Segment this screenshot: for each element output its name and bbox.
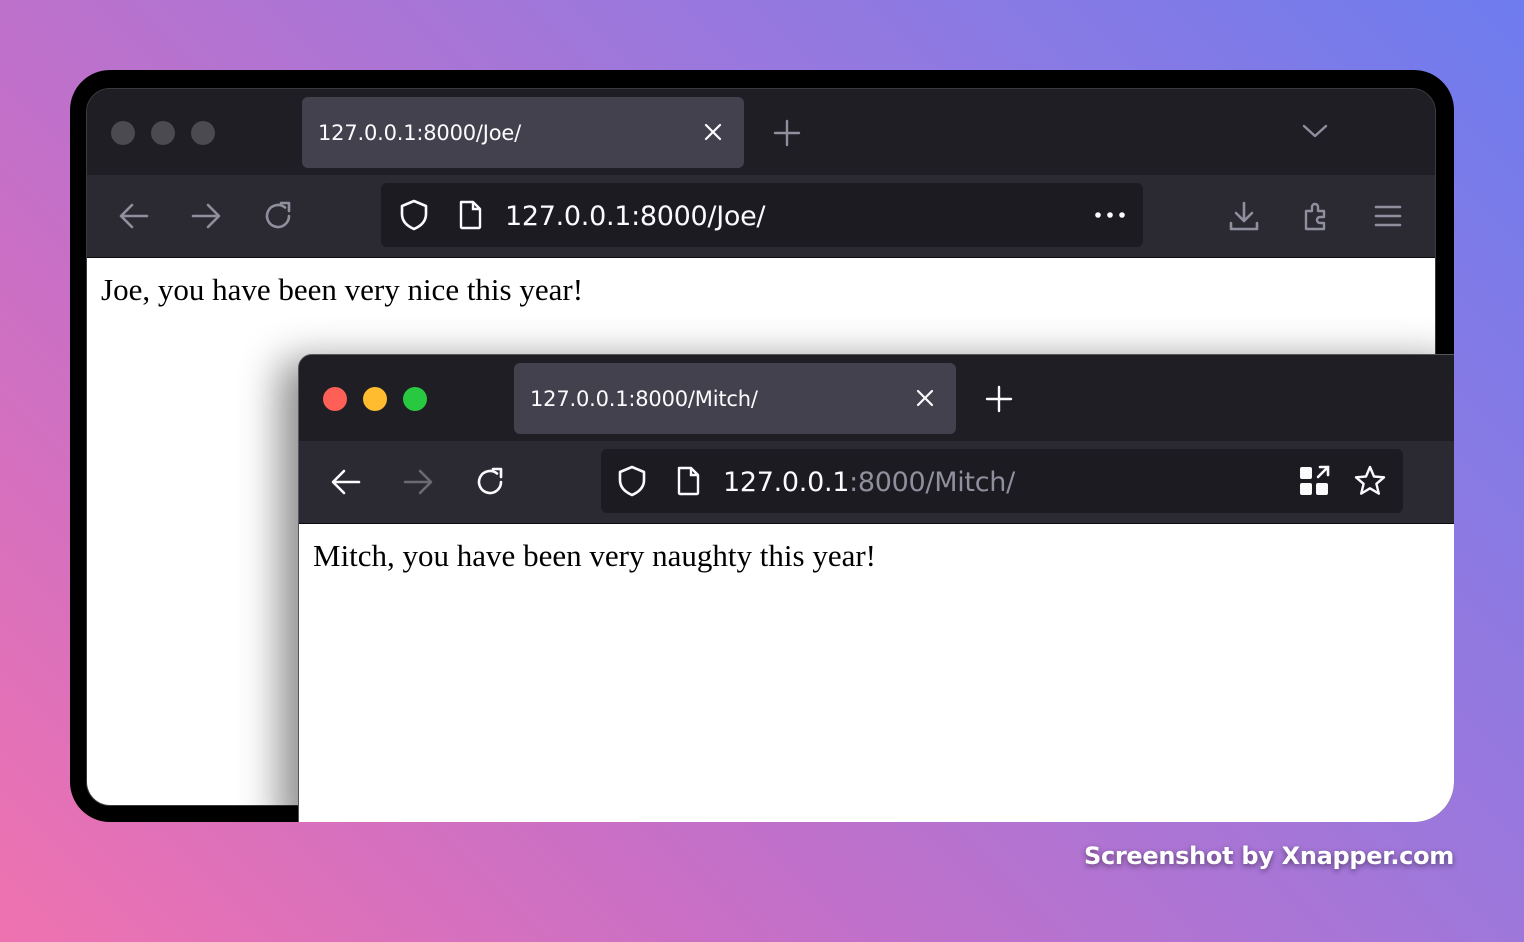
bookmark-star-icon[interactable] — [1353, 464, 1387, 498]
back-icon[interactable] — [329, 465, 363, 499]
navigation-toolbar: 127.0.0.1:8000/Mitch/ — [299, 441, 1454, 524]
url-path: :8000/Mitch/ — [849, 467, 1015, 498]
close-window-button[interactable] — [111, 121, 135, 145]
browser-window-mitch: 127.0.0.1:8000/Mitch/ 127.0.0.1:8000/Mit… — [298, 354, 1454, 822]
minimize-window-button[interactable] — [151, 121, 175, 145]
back-icon[interactable] — [117, 199, 151, 233]
minimize-window-button[interactable] — [363, 387, 387, 411]
shield-icon[interactable] — [397, 198, 431, 232]
tab-title: 127.0.0.1:8000/Joe/ — [318, 120, 522, 145]
tab-joe[interactable]: 127.0.0.1:8000/Joe/ — [302, 97, 744, 168]
tab-title: 127.0.0.1:8000/Mitch/ — [530, 386, 758, 411]
download-icon[interactable] — [1227, 199, 1261, 233]
new-tab-plus-icon[interactable] — [985, 385, 1013, 413]
page-icon — [671, 464, 705, 498]
url-bar[interactable]: 127.0.0.1:8000/Mitch/ — [601, 449, 1403, 513]
url-text[interactable]: 127.0.0.1:8000/Mitch/ — [723, 467, 1015, 498]
tab-mitch[interactable]: 127.0.0.1:8000/Mitch/ — [514, 363, 956, 434]
tab-bar: 127.0.0.1:8000/Mitch/ — [299, 355, 1454, 441]
page-content: Mitch, you have been very naughty this y… — [299, 524, 1454, 822]
shield-icon[interactable] — [615, 464, 649, 498]
tab-bar: 127.0.0.1:8000/Joe/ — [87, 89, 1435, 175]
extensions-icon[interactable] — [1300, 199, 1334, 233]
close-tab-icon[interactable] — [702, 121, 724, 143]
more-icon[interactable] — [1093, 198, 1127, 232]
page-icon — [453, 198, 487, 232]
forward-icon — [401, 465, 435, 499]
forward-icon[interactable] — [189, 199, 223, 233]
url-text[interactable]: 127.0.0.1:8000/Joe/ — [505, 201, 766, 232]
new-tab-plus-icon[interactable] — [773, 119, 801, 147]
window-controls — [111, 121, 215, 145]
close-tab-icon[interactable] — [914, 387, 936, 409]
zoom-window-button[interactable] — [191, 121, 215, 145]
reload-icon[interactable] — [473, 465, 507, 499]
page-message: Mitch, you have been very naughty this y… — [313, 538, 876, 573]
watermark-credit: Screenshot by Xnapper.com — [1083, 842, 1454, 870]
close-window-button[interactable] — [323, 387, 347, 411]
window-controls — [323, 387, 427, 411]
menu-icon[interactable] — [1371, 199, 1405, 233]
qr-code-icon[interactable] — [1297, 464, 1331, 498]
tab-list-chevron-icon[interactable] — [1301, 117, 1329, 145]
screenshot-frame: 127.0.0.1:8000/Joe/ 127.0.0.1:8000/Joe/ … — [70, 70, 1454, 822]
zoom-window-button[interactable] — [403, 387, 427, 411]
page-message: Joe, you have been very nice this year! — [101, 272, 584, 307]
navigation-toolbar: 127.0.0.1:8000/Joe/ — [87, 175, 1435, 258]
url-bar[interactable]: 127.0.0.1:8000/Joe/ — [381, 183, 1143, 247]
url-host: 127.0.0.1 — [723, 467, 850, 498]
reload-icon[interactable] — [261, 199, 295, 233]
